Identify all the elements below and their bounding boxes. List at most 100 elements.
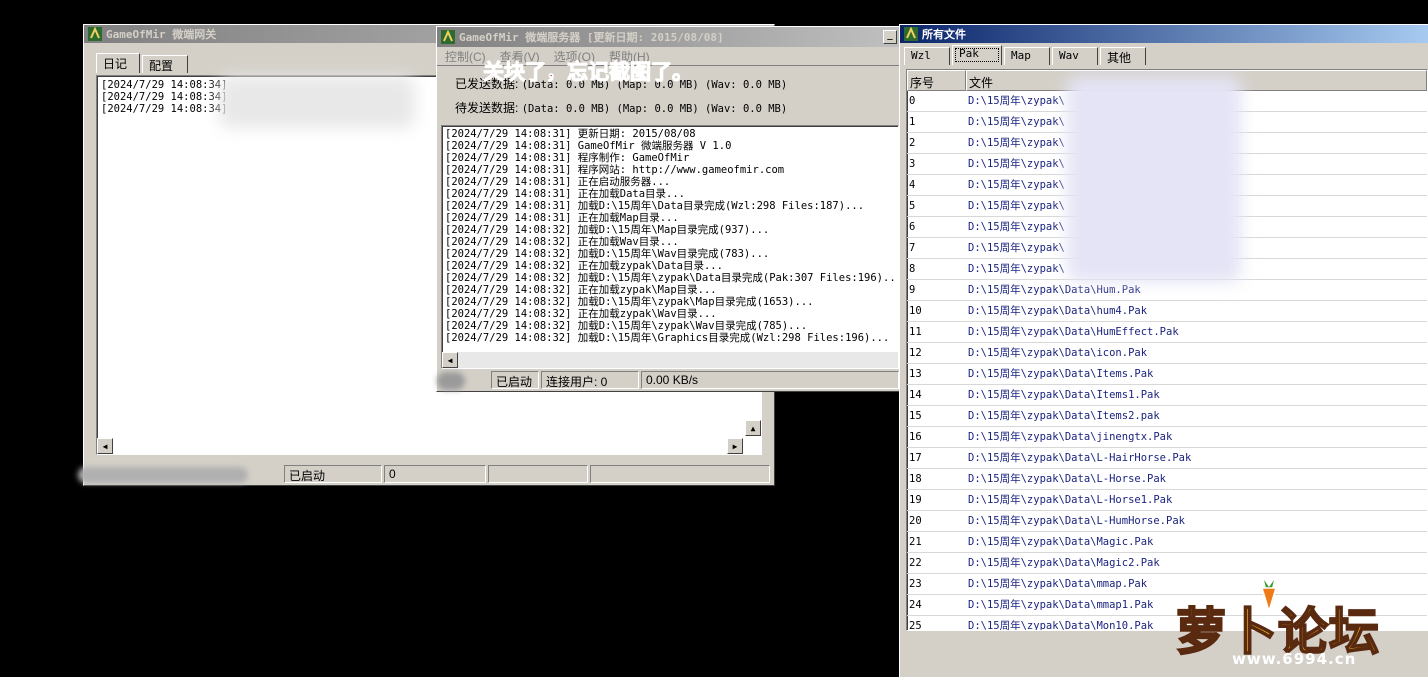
scroll-left-icon[interactable]: ◀: [442, 352, 458, 368]
row-index: 1: [909, 116, 916, 128]
server-titlebar[interactable]: GameOfMir 微端服务器 [更新日期: 2015/08/08] _: [437, 27, 901, 47]
row-index: 19: [909, 494, 922, 506]
column-header-index[interactable]: 序号: [907, 70, 966, 91]
row-file-path: D:\15周年\zypak\: [968, 158, 1065, 170]
redacted-region: [219, 76, 415, 128]
log-line: [2024/7/29 14:08:32] 加载D:\15周年\zypak\Wav…: [445, 320, 808, 332]
files-titlebar[interactable]: 所有文件: [900, 25, 1428, 43]
row-file-path: D:\15周年\zypak\Data\Hum.Pak: [968, 284, 1141, 296]
table-row[interactable]: 17 D:\15周年\zypak\Data\L-HairHorse.Pak: [907, 448, 1427, 469]
row-file-path: D:\15周年\zypak\: [968, 179, 1065, 191]
menu-control[interactable]: 控制(C): [445, 48, 486, 65]
table-row[interactable]: 9 D:\15周年\zypak\Data\Hum.Pak: [907, 280, 1427, 301]
row-file-path: D:\15周年\zypak\Data\Items1.Pak: [968, 389, 1160, 401]
watermark-url: www.6994.cn: [1232, 650, 1357, 668]
table-row[interactable]: 19 D:\15周年\zypak\Data\L-Horse1.Pak: [907, 490, 1427, 511]
server-log-area[interactable]: [2024/7/29 14:08:31] 更新日期: 2015/08/08 [20…: [441, 125, 899, 369]
files-title: 所有文件: [922, 28, 966, 41]
row-index: 14: [909, 389, 922, 401]
server-status-users: 连接用户: 0: [541, 371, 639, 389]
log-line: [2024/7/29 14:08:31] 程序网站: http://www.ga…: [445, 164, 785, 176]
scroll-right-icon[interactable]: ▶: [727, 438, 743, 454]
row-index: 15: [909, 410, 922, 422]
row-index: 2: [909, 137, 916, 149]
table-row[interactable]: 22 D:\15周年\zypak\Data\Magic2.Pak: [907, 553, 1427, 574]
row-index: 25: [909, 620, 922, 631]
scroll-left-icon[interactable]: ◀: [97, 438, 113, 454]
redacted-region: [437, 372, 465, 390]
horizontal-scrollbar[interactable]: [458, 352, 898, 368]
row-index: 9: [909, 284, 916, 296]
row-file-path: D:\15周年\zypak\: [968, 221, 1065, 233]
minimize-icon[interactable]: _: [883, 30, 897, 44]
row-file-path: D:\15周年\zypak\Data\HumEffect.Pak: [968, 326, 1179, 338]
table-row[interactable]: 16 D:\15周年\zypak\Data\jinengtx.Pak: [907, 427, 1427, 448]
log-line: [2024/7/29 14:08:31] GameOfMir 微端服务器 V 1…: [445, 140, 732, 152]
row-file-path: D:\15周年\zypak\Data\jinengtx.Pak: [968, 431, 1173, 443]
row-index: 5: [909, 200, 916, 212]
log-line: [2024/7/29 14:08:31] 加载D:\15周年\Data目录完成(…: [445, 200, 865, 212]
row-index: 23: [909, 578, 922, 590]
server-window: GameOfMir 微端服务器 [更新日期: 2015/08/08] _ 控制(…: [436, 26, 902, 392]
row-file-path: D:\15周年\zypak\Data\mmap.Pak: [968, 578, 1148, 590]
tab-config[interactable]: 配置: [142, 55, 188, 73]
row-index: 22: [909, 557, 922, 569]
tab-pak[interactable]: Pak: [952, 45, 1002, 65]
table-row[interactable]: 21 D:\15周年\zypak\Data\Magic.Pak: [907, 532, 1427, 553]
row-file-path: D:\15周年\zypak\Data\mmap1.Pak: [968, 599, 1154, 611]
table-row[interactable]: 15 D:\15周年\zypak\Data\Items2.pak: [907, 406, 1427, 427]
pending-label: 待发送数据:: [455, 101, 519, 115]
status-cell-empty: [488, 465, 588, 483]
tab-map[interactable]: Map: [1004, 47, 1050, 65]
row-file-path: D:\15周年\zypak\Data\icon.Pak: [968, 347, 1148, 359]
row-file-path: D:\15周年\zypak\Data\Magic.Pak: [968, 536, 1154, 548]
log-line: [2024/7/29 14:08:32] 加载D:\15周年\zypak\Map…: [445, 296, 814, 308]
row-file-path: D:\15周年\zypak\Data\Items2.pak: [968, 410, 1160, 422]
row-index: 8: [909, 263, 916, 275]
app-icon: [904, 27, 918, 41]
tab-wzl[interactable]: Wzl: [904, 47, 950, 65]
row-file-path: D:\15周年\zypak\Data\Items.Pak: [968, 368, 1154, 380]
log-line: [2024/7/29 14:08:31] 更新日期: 2015/08/08: [445, 128, 696, 140]
row-index: 18: [909, 473, 922, 485]
row-index: 4: [909, 179, 916, 191]
table-row[interactable]: 18 D:\15周年\zypak\Data\L-Horse.Pak: [907, 469, 1427, 490]
tab-log[interactable]: 日记: [96, 53, 140, 73]
table-row[interactable]: 20 D:\15周年\zypak\Data\L-HumHorse.Pak: [907, 511, 1427, 532]
row-file-path: D:\15周年\zypak\: [968, 263, 1065, 275]
row-index: 20: [909, 515, 922, 527]
row-index: 21: [909, 536, 922, 548]
log-line: [2024/7/29 14:08:32] 正在加载zypak\Map目录...: [445, 284, 717, 296]
site-watermark: 萝卜论坛 www.6994.cn: [1175, 578, 1416, 672]
server-status-speed: 0.00 KB/s: [641, 371, 899, 389]
row-index: 6: [909, 221, 916, 233]
redacted-region: [1067, 76, 1241, 282]
row-file-path: D:\15周年\zypak\: [968, 95, 1065, 107]
log-line: [2024/7/29 14:08:31] 正在加载Map目录...: [445, 212, 679, 224]
table-row[interactable]: 14 D:\15周年\zypak\Data\Items1.Pak: [907, 385, 1427, 406]
row-file-path: D:\15周年\zypak\Data\hum4.Pak: [968, 305, 1148, 317]
row-file-path: D:\15周年\zypak\: [968, 116, 1065, 128]
gateway-statusbar: 已启动 0: [78, 465, 774, 485]
table-row[interactable]: 11 D:\15周年\zypak\Data\HumEffect.Pak: [907, 322, 1427, 343]
row-index: 12: [909, 347, 922, 359]
server-statusbar: 已启动 连接用户: 0 0.00 KB/s: [437, 371, 901, 391]
row-file-path: D:\15周年\zypak\Data\L-Horse1.Pak: [968, 494, 1173, 506]
file-list[interactable]: 序号 文件 0 D:\15周年\zypak\ 1 D:\15周年\zypak\ 2 D:\…: [906, 69, 1428, 631]
redacted-region: [78, 467, 248, 483]
row-index: 11: [909, 326, 922, 338]
row-file-path: D:\15周年\zypak\: [968, 242, 1065, 254]
table-row[interactable]: 13 D:\15周年\zypak\Data\Items.Pak: [907, 364, 1427, 385]
log-line: [2024/7/29 14:08:32] 加载D:\15周年\Map目录完成(9…: [445, 224, 770, 236]
row-index: 0: [909, 95, 916, 107]
row-index: 3: [909, 158, 916, 170]
table-row[interactable]: 12 D:\15周年\zypak\Data\icon.Pak: [907, 343, 1427, 364]
tab-other[interactable]: 其他: [1100, 47, 1146, 65]
log-line: [2024/7/29 14:08:32] 正在加载zypak\Data目录...: [445, 260, 723, 272]
row-index: 7: [909, 242, 916, 254]
table-row[interactable]: 10 D:\15周年\zypak\Data\hum4.Pak: [907, 301, 1427, 322]
tab-wav[interactable]: Wav: [1052, 47, 1098, 65]
scroll-up-icon[interactable]: ▲: [745, 420, 761, 436]
transfer-stats: 已发送数据: (Data: 0.0 MB) (Map: 0.0 MB) (Wav…: [437, 60, 901, 123]
log-line: [2024/7/29 14:08:32] 加载D:\15周年\zypak\Dat…: [445, 272, 899, 284]
